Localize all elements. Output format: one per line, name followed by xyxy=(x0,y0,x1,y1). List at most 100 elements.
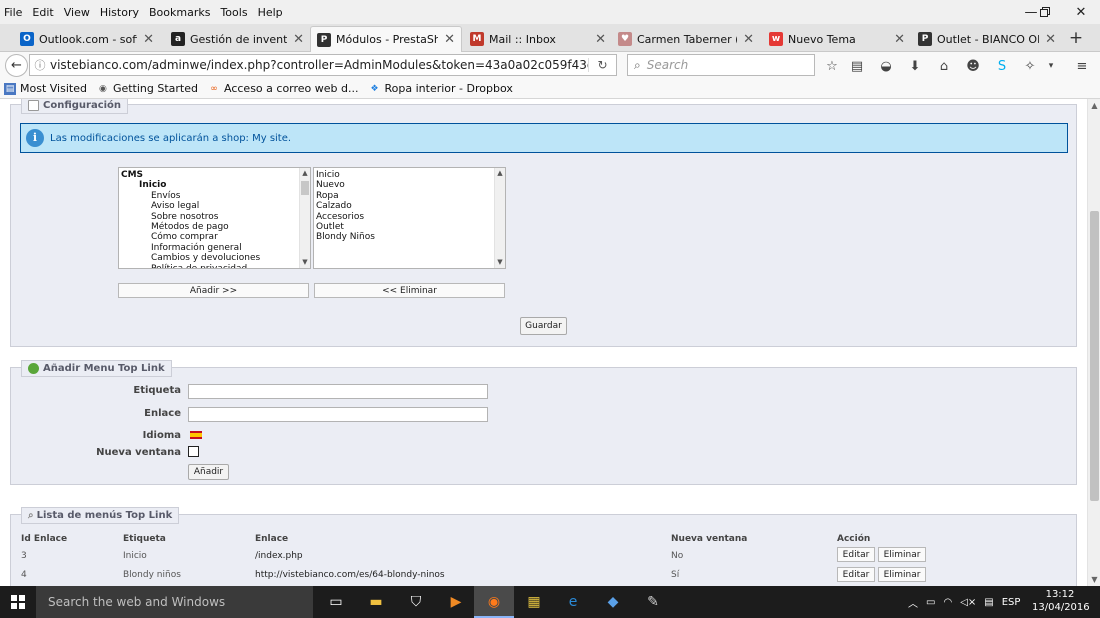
extension-dropdown-icon[interactable]: ▾ xyxy=(1042,57,1060,75)
delete-button[interactable]: Eliminar xyxy=(878,567,926,582)
menu-bookmarks[interactable]: Bookmarks xyxy=(144,6,215,19)
bookmark-star-icon[interactable]: ☆ xyxy=(823,57,841,75)
available-list-scrollbar[interactable]: ▲ ▼ xyxy=(299,168,310,268)
list-item[interactable]: Blondy Niños xyxy=(316,232,505,242)
menu-view[interactable]: View xyxy=(59,6,95,19)
list-item[interactable]: Información general xyxy=(121,243,310,253)
close-tab-icon[interactable]: ✕ xyxy=(143,32,154,47)
tab-6[interactable]: w Nuevo Tema ✕ xyxy=(763,26,911,52)
link-input[interactable] xyxy=(188,407,488,422)
hamburger-menu-icon[interactable]: ≡ xyxy=(1073,57,1091,75)
close-tab-icon[interactable]: ✕ xyxy=(444,32,455,47)
task-view-icon[interactable]: ▭ xyxy=(316,586,356,618)
menu-tools[interactable]: Tools xyxy=(215,6,252,19)
search-input[interactable]: ⌕ Search xyxy=(627,54,815,76)
list-item[interactable]: Cómo comprar xyxy=(121,232,310,242)
scroll-up-icon[interactable]: ▲ xyxy=(1088,99,1100,112)
edge-browser-icon[interactable]: e xyxy=(553,586,593,618)
hello-icon[interactable]: ☻ xyxy=(964,57,982,75)
list-item[interactable]: Política de privacidad xyxy=(121,264,310,268)
menu-history[interactable]: History xyxy=(95,6,144,19)
label-input[interactable] xyxy=(188,384,488,399)
language-indicator[interactable]: ESP xyxy=(1002,597,1021,608)
reading-list-icon[interactable]: ▤ xyxy=(848,57,866,75)
list-item[interactable]: Nuevo xyxy=(316,180,505,190)
start-button[interactable] xyxy=(0,586,36,618)
tab-1[interactable]: O Outlook.com - sofia.... ✕ xyxy=(14,26,160,52)
calculator-icon[interactable]: ▦ xyxy=(514,586,554,618)
close-tab-icon[interactable]: ✕ xyxy=(595,32,606,47)
add-item-button[interactable]: Añadir >> xyxy=(118,283,309,298)
close-window-button[interactable]: ✕ xyxy=(1058,0,1100,24)
page-scrollbar[interactable]: ▲ ▼ xyxy=(1087,99,1100,586)
store-icon[interactable]: ⛉ xyxy=(396,586,436,618)
list-item[interactable]: Inicio xyxy=(121,180,310,190)
spain-flag-icon[interactable] xyxy=(190,431,202,439)
close-tab-icon[interactable]: ✕ xyxy=(743,32,754,47)
list-item[interactable]: Sobre nosotros xyxy=(121,212,310,222)
site-info-icon[interactable]: ⓘ xyxy=(30,57,50,73)
downloads-icon[interactable]: ⬇ xyxy=(906,57,924,75)
top-link-list-panel: ⌕ Lista de menús Top Link Id Enlace Etiq… xyxy=(10,507,1077,586)
menu-help[interactable]: Help xyxy=(253,6,288,19)
list-item[interactable]: Cambios y devoluciones xyxy=(121,253,310,263)
media-player-icon[interactable]: ▶ xyxy=(436,586,476,618)
tab-3[interactable]: P Módulos - PrestaSho... ✕ xyxy=(310,26,462,52)
bookmark-dropbox[interactable]: ❖ Ropa interior - Dropbox xyxy=(369,82,513,95)
bookmark-most-visited[interactable]: ▤ Most Visited xyxy=(4,82,87,95)
selected-list-scrollbar[interactable]: ▲ ▼ xyxy=(494,168,505,268)
wifi-icon[interactable]: ◠ xyxy=(943,597,952,608)
skype-icon[interactable]: S xyxy=(993,57,1011,75)
firefox-taskbar-icon[interactable]: ◉ xyxy=(474,586,514,618)
delete-button[interactable]: Eliminar xyxy=(878,547,926,562)
taskbar-search-input[interactable]: Search the web and Windows xyxy=(36,586,313,618)
volume-icon[interactable]: ◁× xyxy=(960,597,976,608)
close-tab-icon[interactable]: ✕ xyxy=(1045,32,1056,47)
list-item[interactable]: Envíos xyxy=(121,191,310,201)
add-link-button[interactable]: Añadir xyxy=(188,464,229,480)
notifications-icon[interactable]: ▤ xyxy=(984,597,993,608)
paint-icon[interactable]: ✎ xyxy=(633,586,673,618)
close-tab-icon[interactable]: ✕ xyxy=(293,32,304,47)
menu-edit[interactable]: Edit xyxy=(27,6,58,19)
menu-file[interactable]: File xyxy=(0,6,27,19)
tab-2[interactable]: a Gestión de inventario ✕ xyxy=(165,26,310,52)
reload-icon[interactable]: ↻ xyxy=(588,58,616,72)
extension-icon[interactable]: ✧ xyxy=(1021,57,1039,75)
file-explorer-icon[interactable]: ▬ xyxy=(356,586,396,618)
show-hidden-icons-icon[interactable]: ︿ xyxy=(908,595,918,610)
remove-item-button[interactable]: << Eliminar xyxy=(314,283,505,298)
edit-button[interactable]: Editar xyxy=(837,567,875,582)
list-item[interactable]: Métodos de pago xyxy=(121,222,310,232)
pocket-icon[interactable]: ◒ xyxy=(877,57,895,75)
tab-4[interactable]: M Mail :: Inbox ✕ xyxy=(464,26,612,52)
home-icon[interactable]: ⌂ xyxy=(935,57,953,75)
url-text[interactable]: vistebianco.com/adminwe/index.php?contro… xyxy=(50,58,588,72)
tab-7[interactable]: P Outlet - BIANCO ON-... ✕ xyxy=(912,26,1062,52)
list-item[interactable]: Outlet xyxy=(316,222,505,232)
edit-button[interactable]: Editar xyxy=(837,547,875,562)
list-item[interactable]: Inicio xyxy=(316,170,505,180)
list-item[interactable]: Calzado xyxy=(316,201,505,211)
bookmark-getting-started[interactable]: ◉ Getting Started xyxy=(97,82,198,95)
list-item[interactable]: Accesorios xyxy=(316,212,505,222)
new-window-checkbox[interactable] xyxy=(188,446,199,457)
back-button[interactable]: ← xyxy=(5,54,28,77)
list-item[interactable]: Aviso legal xyxy=(121,201,310,211)
available-items-list[interactable]: CMS Inicio Envíos Aviso legal Sobre nosotros… xyxy=(118,167,311,269)
url-bar[interactable]: ⓘ vistebianco.com/adminwe/index.php?cont… xyxy=(29,54,617,76)
tab-5[interactable]: ♥ Carmen Taberner (6) ... ✕ xyxy=(612,26,760,52)
list-item[interactable]: Ropa xyxy=(316,191,505,201)
list-item[interactable]: CMS xyxy=(121,170,310,180)
taskbar-clock[interactable]: 13:12 13/04/2016 xyxy=(1032,588,1090,614)
scroll-down-icon[interactable]: ▼ xyxy=(1088,573,1100,586)
scroll-thumb[interactable] xyxy=(1090,211,1099,501)
app-icon[interactable]: ◆ xyxy=(593,586,633,618)
battery-icon[interactable]: ▭ xyxy=(926,597,935,608)
close-tab-icon[interactable]: ✕ xyxy=(894,32,905,47)
bookmark-label: Ropa interior - Dropbox xyxy=(384,82,513,95)
new-tab-button[interactable]: + xyxy=(1066,28,1086,48)
bookmark-office[interactable]: ∞ Acceso a correo web d... xyxy=(208,82,358,95)
save-button[interactable]: Guardar xyxy=(520,317,567,335)
selected-items-list[interactable]: Inicio Nuevo Ropa Calzado Accesorios Outlet Bl… xyxy=(313,167,506,269)
